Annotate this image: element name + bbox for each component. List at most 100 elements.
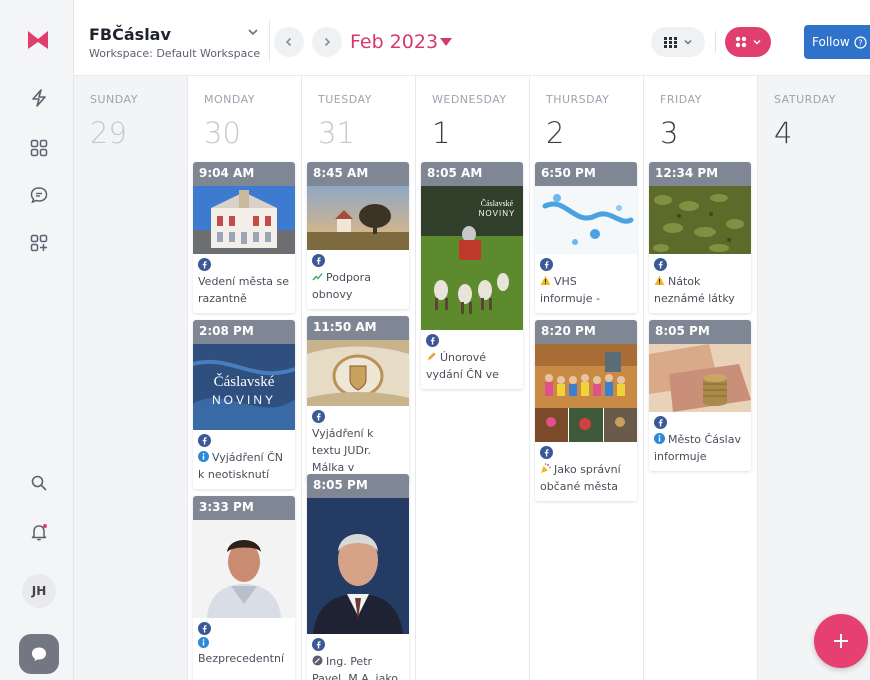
add-widget-icon[interactable] [27, 231, 51, 255]
workspace-name[interactable]: FBČáslav [89, 25, 171, 44]
party-popper-icon [541, 463, 551, 473]
post-image-newspaper-cover: Čáslavské NOVINY [193, 344, 295, 430]
day-number: 2 [546, 116, 565, 150]
chevron-down-icon[interactable] [246, 25, 260, 39]
day-number: 29 [90, 116, 127, 150]
post-time: 3:33 PM [193, 496, 295, 520]
dots-grid-icon [735, 36, 746, 48]
post-text: Ing. Petr Pavel, M.A. jako [312, 655, 399, 680]
chevron-down-icon [752, 39, 761, 45]
day-number: 1 [432, 116, 451, 150]
chat-bubble-icon[interactable] [27, 183, 51, 207]
facebook-icon [312, 254, 325, 267]
plus-icon [834, 634, 848, 648]
day-column-wednesday[interactable]: WEDNESDAY 1 8:05 AM Čáslavské NOVINY Úno… [416, 76, 530, 680]
post-card[interactable]: 9:04 AM Vedení města se razantně [193, 162, 295, 313]
day-number: 3 [660, 116, 679, 150]
day-column-saturday[interactable]: SATURDAY 4 [758, 76, 870, 680]
help-icon: ? [854, 35, 867, 49]
day-number: 31 [318, 116, 355, 150]
post-image-chapel-landscape [307, 186, 409, 250]
info-icon [198, 637, 209, 648]
day-name: TUESDAY [318, 93, 372, 106]
newspaper-subtitle: NOVINY [212, 393, 276, 407]
sidebar: JH [0, 0, 74, 680]
post-card[interactable]: 12:34 PM Nátok neznámé látky [649, 162, 751, 313]
post-image-water-splash [535, 186, 637, 254]
view-mode-button[interactable] [651, 27, 705, 57]
post-text: Bezprecedentní [198, 652, 284, 665]
post-card[interactable]: 11:50 AM Vyjádření k textu JUDr. Málka v [307, 316, 409, 482]
post-time: 8:05 AM [421, 162, 523, 186]
day-name: SATURDAY [774, 93, 836, 106]
pen-icon [312, 655, 323, 666]
channels-filter-button[interactable] [725, 27, 771, 57]
post-time: 9:04 AM [193, 162, 295, 186]
caret-down-icon[interactable] [440, 38, 452, 46]
facebook-icon [540, 446, 553, 459]
post-card[interactable]: 6:50 PM VHS informuje - [535, 162, 637, 313]
app-logo-icon[interactable] [27, 29, 49, 51]
newspaper-title: Čáslavské [214, 373, 275, 390]
post-card[interactable]: 3:33 PM Bezprecedentní [193, 496, 295, 680]
day-name: WEDNESDAY [432, 93, 507, 106]
next-month-button[interactable] [312, 27, 342, 57]
post-card[interactable]: 8:20 PM Jako správní občané města [535, 320, 637, 501]
post-image-dog-sled-cover: Čáslavské NOVINY [421, 186, 523, 330]
follow-button[interactable]: Follow ? [804, 25, 870, 59]
post-image-ornate-ceiling [307, 340, 409, 406]
post-text: Jako správní občané města [540, 463, 621, 493]
post-time: 8:45 AM [307, 162, 409, 186]
svg-text:?: ? [858, 38, 862, 47]
chevron-left-icon [285, 37, 292, 47]
day-number: 4 [774, 116, 793, 150]
day-name: FRIDAY [660, 93, 702, 106]
info-icon [654, 433, 665, 444]
grid-icon[interactable] [27, 136, 51, 160]
newspaper-subtitle: NOVINY [479, 209, 516, 218]
post-text: Nátok neznámé látky [654, 275, 735, 305]
day-column-monday[interactable]: MONDAY 30 9:04 AM Vedení města se razant… [188, 76, 302, 680]
post-image-polluted-water [649, 186, 751, 254]
follow-label: Follow [812, 35, 850, 49]
post-image-president-portrait [307, 498, 409, 634]
info-icon [198, 451, 209, 462]
post-image-money-coins [649, 344, 751, 412]
month-selector[interactable]: Feb 2023 [350, 31, 438, 53]
support-chat-button[interactable] [19, 634, 59, 674]
facebook-icon [312, 410, 325, 423]
facebook-icon [426, 334, 439, 347]
day-column-tuesday[interactable]: TUESDAY 31 8:45 AM Podpora obnovy 11:50 … [302, 76, 416, 680]
facebook-icon [198, 434, 211, 447]
post-text: Vyjádření k textu JUDr. Málka v [312, 427, 374, 474]
post-card[interactable]: 8:05 PM Ing. Petr Pavel, M.A. jako [307, 474, 409, 680]
previous-month-button[interactable] [274, 27, 304, 57]
notification-bell-icon[interactable] [27, 520, 51, 544]
post-time: 8:05 PM [649, 320, 751, 344]
create-post-button[interactable] [814, 614, 868, 668]
post-time: 12:34 PM [649, 162, 751, 186]
day-name: SUNDAY [90, 93, 138, 106]
post-time: 8:20 PM [535, 320, 637, 344]
facebook-icon [540, 258, 553, 271]
facebook-icon [654, 258, 667, 271]
day-column-thursday[interactable]: THURSDAY 2 6:50 PM VHS informuje - 8:20 … [530, 76, 644, 680]
user-avatar[interactable]: JH [22, 574, 56, 608]
workspace-subtitle: Workspace: Default Workspace [89, 47, 261, 60]
newspaper-title: Čáslavské [481, 198, 514, 208]
chevron-down-icon [684, 40, 691, 45]
app: JH FBČáslav Workspace: Default Workspace… [0, 0, 870, 680]
post-card[interactable]: 8:05 PM Město Čáslav informuje [649, 320, 751, 471]
lightning-icon[interactable] [27, 86, 51, 110]
warning-icon [654, 275, 665, 285]
post-image-children-group [535, 344, 637, 442]
day-column-friday[interactable]: FRIDAY 3 12:34 PM Nátok neznámé látky 8:… [644, 76, 758, 680]
facebook-icon [312, 638, 325, 651]
day-number: 30 [204, 116, 241, 150]
facebook-icon [654, 416, 667, 429]
search-icon[interactable] [27, 471, 51, 495]
post-card[interactable]: 8:05 AM Čáslavské NOVINY Únorové vydání … [421, 162, 523, 389]
post-card[interactable]: 2:08 PM Čáslavské NOVINY Vyjádření ČN k … [193, 320, 295, 489]
day-column-sunday[interactable]: SUNDAY 29 [74, 76, 188, 680]
post-card[interactable]: 8:45 AM Podpora obnovy [307, 162, 409, 309]
